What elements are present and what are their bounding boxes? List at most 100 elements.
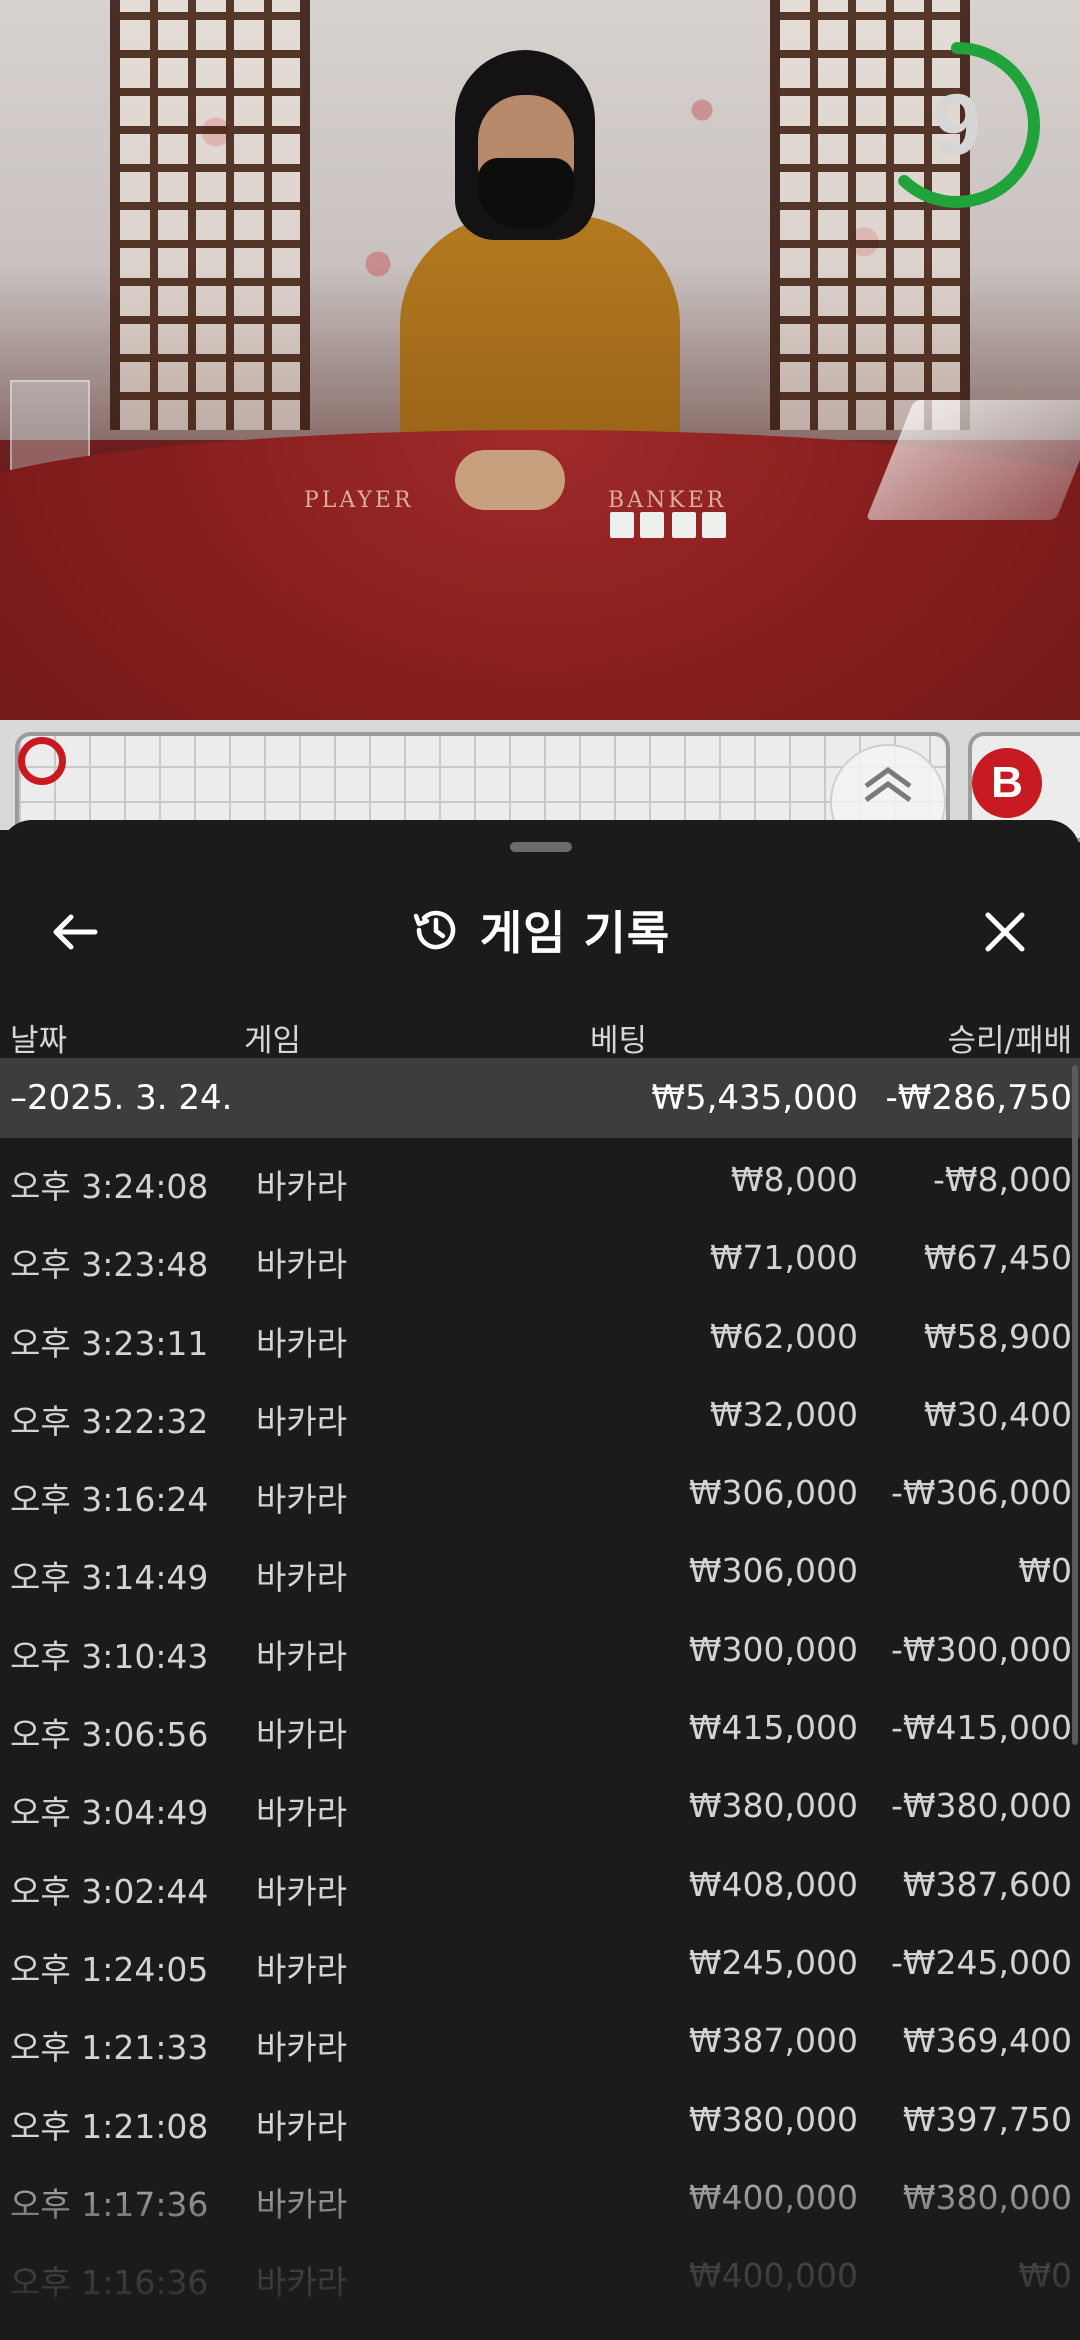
- record-bet: ₩8,000: [730, 1160, 858, 1199]
- double-chevron-up-icon: [864, 766, 912, 803]
- record-time: 오후 3:02:44: [10, 1871, 209, 1911]
- record-game: 바카라: [256, 1167, 348, 1206]
- record-result: ₩67,450: [923, 1238, 1072, 1278]
- table-row[interactable]: 오후 1:24:05 바카라 ₩245,000 -₩245,000: [0, 1921, 1080, 1999]
- record-result: -₩245,000: [890, 1942, 1072, 1982]
- table-banker-label: BANKER: [608, 488, 727, 513]
- record-game: 바카라: [256, 2028, 348, 2068]
- record-game: 바카라: [256, 1793, 348, 1833]
- title-group: 게임 기록: [0, 865, 1080, 995]
- record-result: -₩415,000: [890, 1708, 1072, 1748]
- record-result: ₩397,750: [902, 2099, 1072, 2139]
- close-button[interactable]: [970, 897, 1040, 967]
- record-time: 오후 3:04:49: [10, 1793, 209, 1833]
- record-game: 바카라: [256, 2184, 348, 2224]
- record-time: 오후 3:22:32: [10, 1401, 209, 1441]
- drag-handle[interactable]: [510, 842, 572, 852]
- column-bet: 베팅: [590, 1023, 648, 1059]
- lattice-panel: [110, 0, 310, 430]
- record-game: 바카라: [256, 1558, 348, 1598]
- back-button[interactable]: [40, 897, 110, 967]
- arrow-left-icon: [53, 914, 98, 950]
- screen: PLAYER BANKER 9 B 게임 기록 날짜 게임 베팅 승리/패배 –…: [0, 0, 1080, 2340]
- record-time: 오후 1:24:05: [10, 1949, 209, 1989]
- record-game: 바카라: [256, 1636, 348, 1676]
- group-date: –2025. 3. 24.: [10, 1078, 233, 1118]
- table-player-label: PLAYER: [304, 488, 414, 513]
- record-bet: ₩71,000: [709, 1238, 858, 1278]
- record-bet: ₩380,000: [688, 2099, 858, 2139]
- record-time: 오후 3:14:49: [10, 1558, 209, 1598]
- table-row[interactable]: 오후 3:24:08 바카라 ₩8,000 -₩8,000: [0, 1138, 1080, 1216]
- road-circle-icon: [18, 737, 66, 785]
- record-time: 오후 3:23:11: [10, 1323, 209, 1363]
- record-result: ₩0: [1018, 2256, 1072, 2296]
- table-row[interactable]: 오후 3:16:24 바카라 ₩306,000 -₩306,000: [0, 1451, 1080, 1529]
- playing-card: [640, 512, 664, 538]
- record-game: 바카라: [256, 1245, 348, 1285]
- record-result: -₩306,000: [890, 1473, 1072, 1513]
- column-date: 날짜: [10, 1023, 68, 1059]
- table-row[interactable]: 오후 3:14:49 바카라 ₩306,000 ₩0: [0, 1529, 1080, 1607]
- table-row[interactable]: 오후 3:23:48 바카라 ₩71,000 ₩67,450: [0, 1216, 1080, 1294]
- record-time: 오후 1:16:36: [10, 2263, 209, 2303]
- live-video: PLAYER BANKER 9: [0, 0, 1080, 720]
- record-bet: ₩415,000: [688, 1708, 858, 1748]
- record-bet: ₩306,000: [688, 1551, 858, 1591]
- table-row[interactable]: 오후 3:22:32 바카라 ₩32,000 ₩30,400: [0, 1373, 1080, 1451]
- close-icon: [985, 912, 1025, 952]
- history-icon: [413, 910, 456, 950]
- record-time: 오후 3:16:24: [10, 1480, 209, 1520]
- record-result: ₩58,900: [923, 1316, 1072, 1356]
- record-bet: ₩306,000: [688, 1473, 858, 1513]
- record-bet: ₩400,000: [688, 2256, 858, 2296]
- record-bet: ₩408,000: [688, 1864, 858, 1904]
- record-time: 오후 3:24:08: [10, 1167, 209, 1206]
- record-bet: ₩300,000: [688, 1629, 858, 1669]
- record-time: 오후 1:21:08: [10, 2106, 209, 2146]
- record-result: ₩380,000: [902, 2177, 1072, 2217]
- record-bet: ₩245,000: [688, 1942, 858, 1982]
- playing-card: [702, 512, 726, 538]
- record-game: 바카라: [256, 1401, 348, 1441]
- countdown-number: 9: [933, 76, 981, 173]
- record-result: ₩0: [1018, 1551, 1072, 1591]
- table-row[interactable]: 오후 1:21:08 바카라 ₩380,000 ₩397,750: [0, 2078, 1080, 2156]
- record-time: 오후 3:06:56: [10, 1715, 209, 1755]
- record-result: -₩380,000: [890, 1786, 1072, 1826]
- record-bet: ₩32,000: [709, 1394, 858, 1434]
- column-game: 게임: [244, 1023, 302, 1059]
- record-list: 오후 3:24:08 바카라 ₩8,000 -₩8,000 오후 3:23:48 바카라 ₩…: [0, 1138, 1080, 2312]
- record-bet: ₩387,000: [688, 2021, 858, 2061]
- banker-badge: B: [972, 748, 1042, 818]
- sheet-header: 게임 기록: [0, 865, 1080, 995]
- dealer-hands: [455, 450, 565, 510]
- record-bet: ₩380,000: [688, 1786, 858, 1826]
- playing-card: [672, 512, 696, 538]
- table-row[interactable]: 오후 3:06:56 바카라 ₩415,000 -₩415,000: [0, 1686, 1080, 1764]
- record-game: 바카라: [256, 2263, 348, 2303]
- record-time: 오후 3:10:43: [10, 1636, 209, 1676]
- game-history-sheet: 게임 기록 날짜 게임 베팅 승리/패배 –2025. 3. 24. ₩5,43…: [0, 820, 1080, 2340]
- table-row[interactable]: 오후 3:10:43 바카라 ₩300,000 -₩300,000: [0, 1608, 1080, 1686]
- table-row[interactable]: 오후 1:21:33 바카라 ₩387,000 ₩369,400: [0, 1999, 1080, 2077]
- playing-card: [610, 512, 634, 538]
- date-group-row[interactable]: –2025. 3. 24. ₩5,435,000 -₩286,750: [0, 1058, 1080, 1138]
- table-row[interactable]: 오후 1:16:36 바카라 ₩400,000 ₩0: [0, 2234, 1080, 2312]
- dealer-mask: [478, 158, 574, 228]
- record-game: 바카라: [256, 1480, 348, 1520]
- record-game: 바카라: [256, 1715, 348, 1755]
- record-game: 바카라: [256, 2106, 348, 2146]
- page-title: 게임 기록: [479, 906, 671, 960]
- table-row[interactable]: 오후 3:02:44 바카라 ₩408,000 ₩387,600: [0, 1843, 1080, 1921]
- record-time: 오후 1:17:36: [10, 2184, 209, 2224]
- table-row[interactable]: 오후 3:04:49 바카라 ₩380,000 -₩380,000: [0, 1764, 1080, 1842]
- scrollbar[interactable]: [1072, 1065, 1078, 1745]
- countdown-timer: 9: [870, 38, 1044, 212]
- record-result: ₩387,600: [902, 1864, 1072, 1904]
- table-row[interactable]: 오후 1:17:36 바카라 ₩400,000 ₩380,000: [0, 2156, 1080, 2234]
- table-row[interactable]: 오후 3:23:11 바카라 ₩62,000 ₩58,900: [0, 1295, 1080, 1373]
- table-header: 날짜 게임 베팅 승리/패배: [0, 995, 1080, 1065]
- record-bet: ₩62,000: [709, 1316, 858, 1356]
- record-result: -₩300,000: [890, 1629, 1072, 1669]
